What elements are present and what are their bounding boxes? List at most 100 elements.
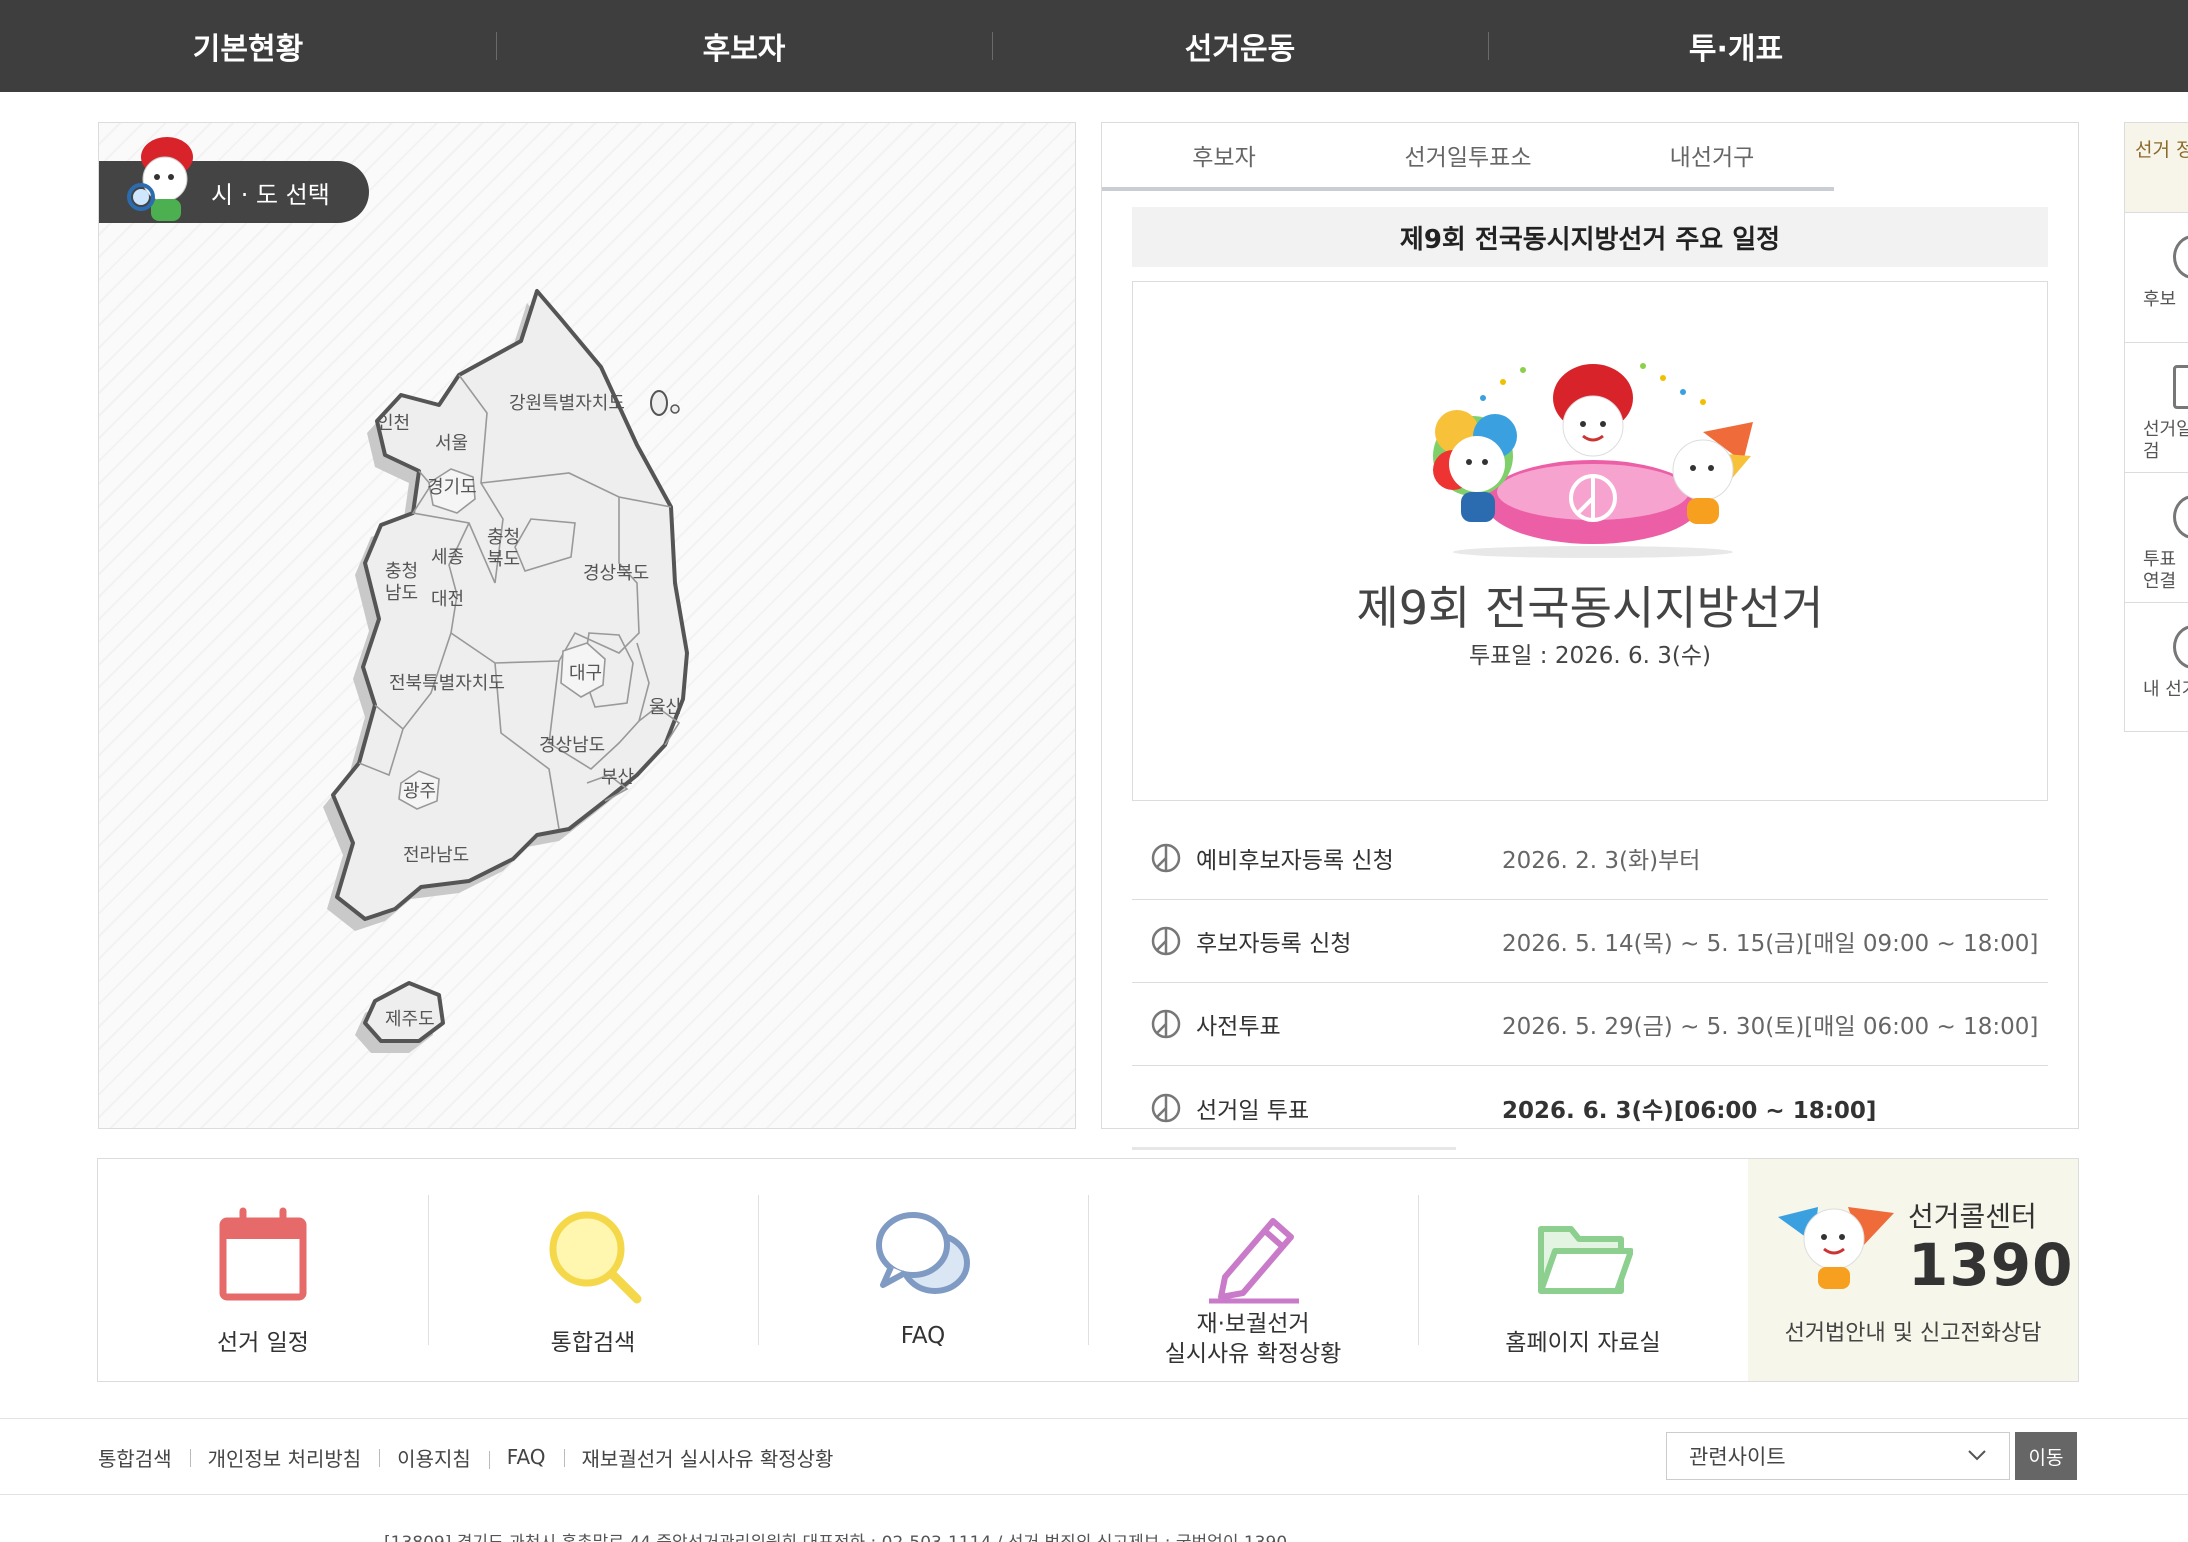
election-info-sidebar: 선거 정 후보 선거일검 투표연결 내 선거	[2124, 122, 2188, 732]
schedule-value: 2026. 6. 3(수)[06:00 ~ 18:00]	[1502, 1097, 1877, 1124]
schedule-label: 예비후보자등록 신청	[1196, 848, 1394, 874]
tab-my-district[interactable]: 내선거구	[1590, 123, 1834, 187]
footer-address: [13809] 경기도 과천시 홍촌말로 44 중앙선거관리위원회 대표전화 :…	[384, 1528, 1287, 1542]
footer-divider	[0, 1418, 2188, 1419]
quick-label: 홈페이지 자료실	[1505, 1330, 1661, 1356]
map-label-jeonnam[interactable]: 전라남도	[403, 845, 469, 866]
region-map-panel: 시 · 도 선택 인천 서울 경기도 강원특별자치도 충청 북도 충청 남도 세…	[98, 122, 1076, 1129]
sidebar-item-polling-search[interactable]: 선거일 검	[2125, 343, 2188, 473]
mascot-magnifier-icon	[127, 137, 193, 221]
sidebar-item-label: 내 선거	[2143, 679, 2188, 700]
quick-faq[interactable]: FAQ	[758, 1159, 1088, 1381]
quick-label: 통합검색	[550, 1330, 636, 1356]
quick-label: 재·보궐선거 실시사유 확정상황	[1164, 1311, 1342, 1367]
election-info-panel: 후보자 선거일투표소 내선거구 제9회 전국동시지방선거 주요 일정 제9회 전…	[1101, 122, 2079, 1150]
map-label-incheon[interactable]: 인천	[377, 413, 410, 434]
map-label-seoul[interactable]: 서울	[435, 433, 468, 454]
map-label-sejong[interactable]: 세종	[431, 547, 464, 568]
banner-vote-date: 투표일 : 2026. 6. 3(수)	[1468, 643, 1711, 669]
map-label-gyeonggi[interactable]: 경기도	[427, 477, 477, 498]
chevron-down-icon	[1968, 1450, 1986, 1461]
map-label-gyeongnam[interactable]: 경상남도	[539, 735, 605, 756]
election-call-center[interactable]: 선거콜센터 1390 선거법안내 및 신고전화상담	[1748, 1159, 2078, 1381]
tab-polling-station[interactable]: 선거일투표소	[1346, 123, 1590, 187]
quick-by-election-status[interactable]: 재·보궐선거 실시사유 확정상황	[1088, 1159, 1418, 1381]
schedule-row: 사전투표 2026. 5. 29(금) ~ 5. 30(토)[매일 06:00 …	[1132, 983, 2048, 1066]
korea-map: 인천 서울 경기도 강원특별자치도 충청 북도 충청 남도 세종 대전 경상북도…	[323, 289, 689, 1053]
related-sites-select[interactable]: 관련사이트	[1666, 1432, 2010, 1480]
nav-item-candidates[interactable]: 후보자	[496, 0, 992, 92]
schedule-row: 예비후보자등록 신청 2026. 2. 3(화)부터	[1132, 817, 2048, 900]
quick-label: FAQ	[900, 1323, 946, 1349]
ballot-mark-icon	[1151, 1009, 1181, 1039]
map-label-gangwon[interactable]: 강원특별자치도	[509, 393, 625, 414]
footer-link-faq[interactable]: FAQ	[488, 1445, 564, 1469]
related-sites-value: 관련사이트	[1689, 1445, 1786, 1469]
nav-item-voting-counting[interactable]: 투·개표	[1488, 0, 1984, 92]
sidebar-item-candidates[interactable]: 후보	[2125, 213, 2188, 343]
nav-item-campaign[interactable]: 선거운동	[992, 0, 1488, 92]
sidebar-item-label: 후보	[2143, 289, 2177, 310]
schedule-label: 사전투표	[1196, 1014, 1281, 1040]
map-label-chungnam-1[interactable]: 충청	[385, 561, 418, 582]
sidebar-item-label: 투표 연결	[2143, 549, 2177, 592]
quick-homepage-archive[interactable]: 홈페이지 자료실	[1418, 1159, 1748, 1381]
footer-link-integrated-search[interactable]: 통합검색	[98, 1443, 190, 1472]
map-label-jeonbuk[interactable]: 전북특별자치도	[389, 673, 505, 694]
top-navigation: 기본현황 후보자 선거운동 투·개표	[0, 0, 2188, 92]
map-label-gwangju[interactable]: 광주	[403, 781, 436, 802]
user-icon	[2173, 495, 2188, 539]
mascot-group-icon	[1433, 363, 1753, 558]
folder-icon	[1538, 1226, 1633, 1294]
footer-link-usage-guide[interactable]: 이용지침	[379, 1443, 489, 1472]
map-label-chungbuk-2[interactable]: 북도	[487, 549, 520, 570]
sidebar-head: 선거 정	[2125, 123, 2188, 213]
schedule-label: 선거일 투표	[1196, 1097, 1310, 1124]
ballot-mark-icon	[1151, 1093, 1181, 1122]
election-banner: 제9회 전국동시지방선거 투표일 : 2026. 6. 3(수)	[1132, 281, 2048, 801]
document-icon	[2173, 365, 2188, 409]
banner-title: 제9회 전국동시지방선거	[1356, 581, 1824, 635]
map-label-jeju[interactable]: 제주도	[385, 1009, 435, 1030]
sidebar-item-vote-link[interactable]: 투표 연결	[2125, 473, 2188, 603]
footer-link-by-election-status[interactable]: 재보궐선거 실시사유 확정상황	[563, 1443, 852, 1472]
map-label-daegu[interactable]: 대구	[569, 663, 602, 684]
korea-mainland-shape	[331, 289, 689, 921]
search-icon	[549, 1211, 642, 1304]
go-button[interactable]: 이동	[2015, 1432, 2077, 1480]
quick-integrated-search[interactable]: 통합검색	[428, 1159, 758, 1381]
quick-election-schedule[interactable]: 선거 일정	[98, 1159, 428, 1381]
tab-candidates[interactable]: 후보자	[1102, 123, 1346, 187]
schedule-value: 2026. 5. 29(금) ~ 5. 30(토)[매일 06:00 ~ 18:…	[1502, 1014, 2039, 1040]
ballot-mark-icon	[1151, 843, 1181, 873]
mascot-wings-icon	[1778, 1207, 1894, 1289]
map-label-chungnam-2[interactable]: 남도	[385, 583, 418, 604]
person-circle-icon	[2173, 235, 2188, 279]
callcenter-description: 선거법안내 및 신고전화상담	[1784, 1321, 2042, 1346]
map-label-daejeon[interactable]: 대전	[431, 589, 464, 610]
map-label-chungbuk-1[interactable]: 충청	[487, 527, 520, 548]
map-label-ulsan[interactable]: 울산	[649, 697, 682, 718]
schedule-row: 후보자등록 신청 2026. 5. 14(목) ~ 5. 15(금)[매일 09…	[1132, 900, 2048, 983]
quick-menu: 선거 일정 통합검색 FAQ 재·보궐선거실시사유 확정상황 홈페이지 자료실	[97, 1158, 2079, 1382]
sidebar-item-my-election[interactable]: 내 선거	[2125, 603, 2188, 731]
quick-label: 선거 일정	[217, 1330, 309, 1356]
info-tabs: 후보자 선거일투표소 내선거구	[1102, 123, 1834, 191]
schedule-title: 제9회 전국동시지방선거 주요 일정	[1132, 207, 2048, 267]
location-pin-icon	[2173, 625, 2188, 669]
sidebar-item-label: 선거일 검	[2143, 419, 2188, 462]
pencil-icon	[1209, 1218, 1299, 1304]
schedule-value: 2026. 5. 14(목) ~ 5. 15(금)[매일 09:00 ~ 18:…	[1502, 931, 2039, 957]
schedule-list: 예비후보자등록 신청 2026. 2. 3(화)부터 후보자등록 신청 2026…	[1132, 817, 2048, 1150]
callcenter-number: 1390	[1908, 1231, 2074, 1299]
footer-divider	[0, 1494, 2188, 1495]
schedule-label: 후보자등록 신청	[1196, 931, 1352, 957]
calendar-icon	[219, 1207, 307, 1301]
schedule-value: 2026. 2. 3(화)부터	[1502, 848, 1701, 874]
nav-item-basic-status[interactable]: 기본현황	[0, 0, 496, 92]
footer-link-privacy-policy[interactable]: 개인정보 처리방침	[189, 1443, 380, 1472]
ballot-mark-icon	[1151, 926, 1181, 956]
map-label-busan[interactable]: 부산	[601, 767, 634, 788]
map-label-gyeongbuk[interactable]: 경상북도	[583, 563, 649, 584]
schedule-row: 선거일 투표 2026. 6. 3(수)[06:00 ~ 18:00]	[1132, 1066, 2048, 1150]
